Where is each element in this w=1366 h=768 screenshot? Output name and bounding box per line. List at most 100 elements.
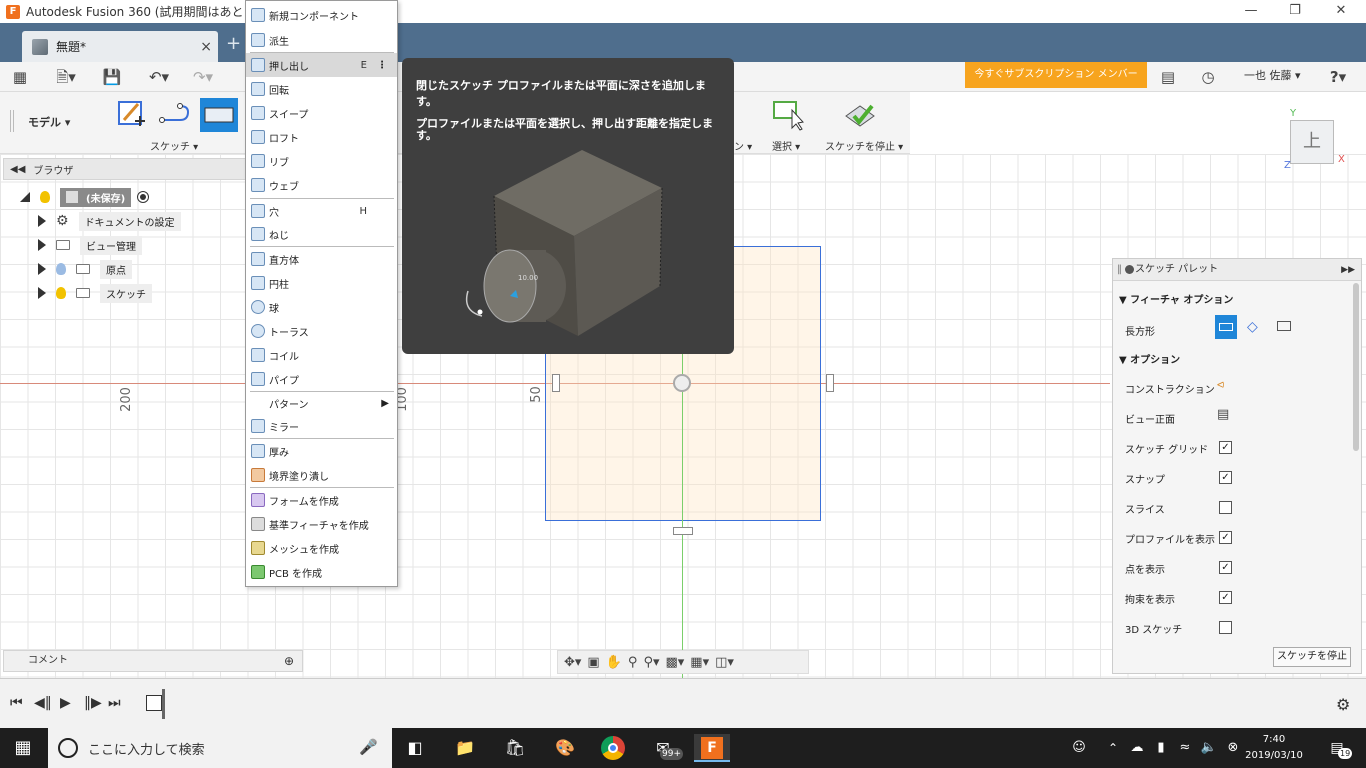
menu-item-coil[interactable]: コイル xyxy=(246,343,397,367)
job-status-clock-icon[interactable]: ◷ xyxy=(1198,67,1218,87)
stop-sketch-icon[interactable] xyxy=(842,98,878,132)
new-tab-button[interactable]: + xyxy=(226,33,241,54)
timeline-marker[interactable] xyxy=(162,689,165,719)
sketch-origin-point[interactable] xyxy=(673,374,691,392)
collapse-browser-icon[interactable]: ◀◀ xyxy=(10,164,25,175)
look-at-view-icon[interactable]: ▤ xyxy=(1217,407,1229,422)
browser-item-document-settings[interactable]: ⚙ ドキュメントの設定 xyxy=(38,211,181,231)
collapsed-arrow-icon[interactable] xyxy=(38,263,46,275)
activate-radio-icon[interactable] xyxy=(137,191,150,203)
rectangle-bottom-handle[interactable] xyxy=(673,527,693,535)
menu-item-create-form[interactable]: フォームを作成 xyxy=(246,488,397,512)
palette-grip-icon[interactable]: ‖ xyxy=(1117,259,1122,281)
select-tool-icon[interactable] xyxy=(772,98,808,132)
menu-item-new-component[interactable]: 新規コンポーネント xyxy=(246,3,397,27)
menu-item-rib[interactable]: リブ xyxy=(246,149,397,173)
task-view-icon[interactable]: ◧ xyxy=(400,734,430,762)
zoom-icon[interactable]: ⚲ xyxy=(628,655,638,670)
browser-item-sketches[interactable]: スケッチ xyxy=(38,283,152,303)
menu-item-mirror[interactable]: ミラー xyxy=(246,414,397,438)
menu-item-hole[interactable]: 穴H xyxy=(246,199,397,223)
sketch-group-label[interactable]: スケッチ ▾ xyxy=(150,138,198,153)
menu-item-pipe[interactable]: パイプ xyxy=(246,367,397,391)
microphone-icon[interactable]: 🎤 xyxy=(359,738,378,756)
browser-root-row[interactable]: (未保存) xyxy=(20,187,150,207)
rectangle-right-handle[interactable] xyxy=(826,374,834,392)
rectangle-left-handle[interactable] xyxy=(552,374,560,392)
menu-item-box[interactable]: 直方体 xyxy=(246,247,397,271)
user-account-menu[interactable]: 一也 佐藤 ▾ xyxy=(1244,66,1301,86)
sketch-palette-header[interactable]: ‖ スケッチ パレット ▶▶ xyxy=(1113,259,1361,281)
construction-icon[interactable]: ⪦ xyxy=(1217,377,1224,392)
timeline-settings-gear-icon[interactable]: ⚙ xyxy=(1336,695,1350,714)
pan-hand-icon[interactable]: ✋ xyxy=(606,655,622,670)
expanded-arrow-icon[interactable] xyxy=(20,192,30,202)
menu-item-loft[interactable]: ロフト xyxy=(246,125,397,149)
close-window-button[interactable]: ✕ xyxy=(1318,0,1364,23)
collapsed-arrow-icon[interactable] xyxy=(38,287,46,299)
more-options-icon[interactable]: ⋮ xyxy=(377,60,387,71)
browser-item-origin[interactable]: 原点 xyxy=(38,259,132,279)
comments-panel[interactable]: コメント ⊕ xyxy=(3,650,303,672)
collapsed-arrow-icon[interactable] xyxy=(38,215,46,227)
browser-item-named-views[interactable]: ビュー管理 xyxy=(38,235,142,255)
line-tool-icon[interactable] xyxy=(158,98,194,132)
expand-palette-icon[interactable]: ▶▶ xyxy=(1341,259,1355,281)
palette-scrollbar[interactable] xyxy=(1353,283,1359,451)
menu-item-thicken[interactable]: 厚み xyxy=(246,439,397,463)
menu-item-sweep[interactable]: スイープ xyxy=(246,101,397,125)
stop-sketch-button[interactable]: スケッチを停止 xyxy=(1273,647,1351,667)
visibility-bulb-icon[interactable] xyxy=(56,263,66,275)
subscribe-banner-button[interactable]: 今すぐサブスクリプション メンバーに... xyxy=(965,62,1147,106)
orbit-icon[interactable]: ✥▾ xyxy=(564,655,581,670)
snap-checkbox[interactable]: ✓ xyxy=(1219,471,1232,484)
menu-item-boundary-fill[interactable]: 境界塗り潰し xyxy=(246,463,397,487)
slice-checkbox[interactable] xyxy=(1219,501,1232,514)
system-clock[interactable]: 7:40 2019/03/10 xyxy=(1244,732,1304,764)
mail-icon[interactable]: ✉99+ xyxy=(648,734,683,762)
visibility-bulb-icon[interactable] xyxy=(40,191,50,203)
ribbon-grip[interactable] xyxy=(10,110,14,132)
show-profile-checkbox[interactable]: ✓ xyxy=(1219,531,1232,544)
three-point-rectangle-icon[interactable]: ◇ xyxy=(1247,319,1258,335)
restore-button[interactable]: ❐ xyxy=(1272,0,1318,23)
help-icon[interactable]: ?▾ xyxy=(1324,67,1352,87)
store-icon[interactable]: 🛍 xyxy=(500,734,530,762)
viewports-icon[interactable]: ◫▾ xyxy=(715,655,734,670)
menu-item-sphere[interactable]: 球 xyxy=(246,295,397,319)
notifications-icon[interactable]: ▤ xyxy=(1158,67,1178,87)
menu-item-extrude[interactable]: 押し出し E ⋮ xyxy=(246,53,397,77)
timeline-sketch-feature-icon[interactable] xyxy=(146,695,162,711)
step-forward-icon[interactable]: ‖▶ xyxy=(84,695,102,711)
minimize-button[interactable]: — xyxy=(1228,0,1274,23)
workspace-switcher[interactable]: モデル ▾ xyxy=(28,114,70,130)
windows-start-icon[interactable]: ▦ xyxy=(8,734,38,762)
display-settings-icon[interactable]: ▩▾ xyxy=(665,655,684,670)
save-icon[interactable]: 💾 xyxy=(102,67,122,87)
people-icon[interactable]: ☺ xyxy=(1064,734,1094,762)
menu-item-revolve[interactable]: 回転 xyxy=(246,77,397,101)
go-to-start-icon[interactable]: ⏮ xyxy=(10,695,23,711)
go-to-end-icon[interactable]: ⏭ xyxy=(108,695,121,711)
menu-item-create-pcb[interactable]: PCB を作成 xyxy=(246,560,397,584)
browser-panel-header[interactable]: ◀◀ ブラウザ xyxy=(3,158,246,180)
collapsed-arrow-icon[interactable] xyxy=(38,239,46,251)
3d-sketch-checkbox[interactable] xyxy=(1219,621,1232,634)
add-comment-icon[interactable]: ⊕ xyxy=(284,651,294,671)
options-section[interactable]: ▼ オプション xyxy=(1119,351,1180,366)
menu-item-torus[interactable]: トーラス xyxy=(246,319,397,343)
play-icon[interactable]: ▶ xyxy=(60,695,71,711)
visibility-bulb-icon[interactable] xyxy=(56,287,66,299)
menu-item-derive[interactable]: 派生 xyxy=(246,28,397,52)
feature-options-section[interactable]: ▼ フィーチャ オプション xyxy=(1119,291,1233,306)
menu-item-thread[interactable]: ねじ xyxy=(246,222,397,246)
file-menu-icon[interactable]: 🗎▾ xyxy=(52,67,80,87)
stop-sketch-group-label[interactable]: スケッチを停止 ▾ xyxy=(825,138,903,153)
collapse-palette-icon[interactable] xyxy=(1125,265,1134,274)
show-constraints-checkbox[interactable]: ✓ xyxy=(1219,591,1232,604)
chrome-icon[interactable] xyxy=(598,734,628,762)
taskbar-search-box[interactable]: ここに入力して検索 🎤 xyxy=(48,728,392,768)
create-sketch-icon[interactable] xyxy=(116,98,152,132)
data-panel-grid-icon[interactable]: ▦ xyxy=(10,67,30,87)
menu-item-create-mesh[interactable]: メッシュを作成 xyxy=(246,536,397,560)
